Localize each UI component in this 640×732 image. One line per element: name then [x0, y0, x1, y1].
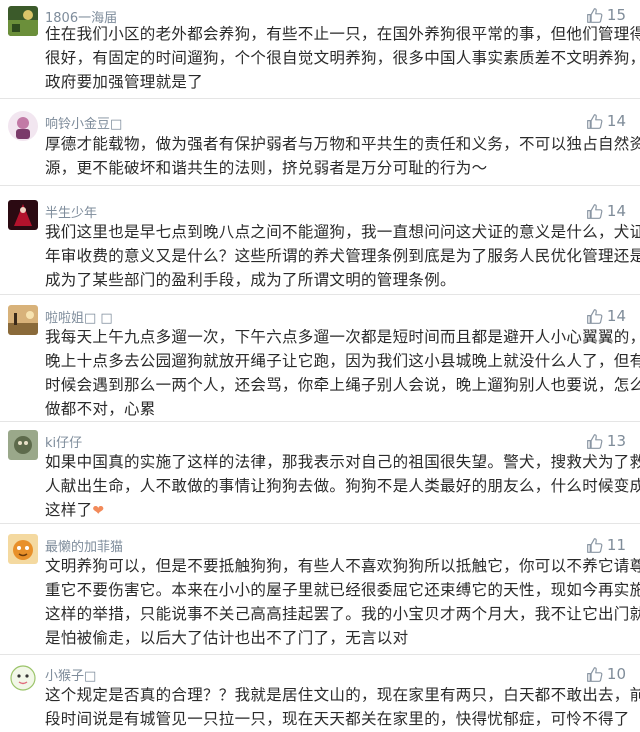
- like-count: 14: [606, 112, 626, 130]
- comment-text: 如果中国真的实施了这样的法律，那我表示对自己的祖国很失望。警犬，搜救犬为了救 人…: [45, 450, 640, 523]
- like-count: 14: [606, 202, 626, 220]
- like-count: 14: [606, 307, 626, 325]
- thumbs-up-icon: [587, 666, 603, 682]
- comment-line: 如果中国真的实施了这样的法律，那我表示对自己的祖国很失望。警犬，搜救犬为了救: [45, 453, 640, 471]
- comment-item: 啦啦姐□ □ 14 我每天上午九点多遛一次，下午六点多遛一次都是短时间而且都是避…: [0, 295, 640, 422]
- user-avatar[interactable]: [8, 305, 38, 335]
- user-avatar[interactable]: [8, 111, 38, 141]
- comment-feed: 1806一海届 15 住在我们小区的老外都会养狗，有些不止一只，在国外养狗很平常…: [0, 0, 640, 732]
- username[interactable]: ki仔仔: [45, 432, 82, 451]
- comment-line: 段时间说是有城管见一只拉一只，现在天天都关在家里的，快得忧郁症，可怜不得了: [45, 710, 630, 728]
- comment-line: 年审收费的意义又是什么？这些所谓的养犬管理条例到底是为了服务人民优化管理还是: [45, 247, 640, 265]
- like-button[interactable]: 10: [586, 665, 626, 683]
- like-button[interactable]: 14: [586, 307, 626, 325]
- comment-line: 人献出生命，人不敢做的事情让狗狗去做。狗狗不是人类最好的朋友么，什么时候变成: [45, 477, 640, 495]
- comment-item: 响铃小金豆□ 14 厚德才能载物，做为强者有保护弱者与万物和平共生的责任和义务，…: [0, 99, 640, 186]
- thumbs-up-icon: [587, 433, 603, 449]
- comment-text: 厚德才能载物，做为强者有保护弱者与万物和平共生的责任和义务，不可以独占自然资 源…: [45, 132, 640, 180]
- comment-line: 做都不对，心累: [45, 400, 156, 418]
- username[interactable]: 响铃小金豆□: [45, 113, 122, 132]
- thumbs-up-icon: [587, 7, 603, 23]
- comment-text: 住在我们小区的老外都会养狗，有些不止一只，在国外养狗很平常的事，但他们管理得 很…: [45, 22, 640, 94]
- user-avatar[interactable]: [8, 663, 38, 693]
- comment-line: 这样的举措，只能说事不关己高高挂起罢了。我的小宝贝才两个月大，我不让它出门就: [45, 605, 640, 623]
- like-count: 10: [606, 665, 626, 683]
- comment-text: 我每天上午九点多遛一次，下午六点多遛一次都是短时间而且都是避开人小心翼翼的， 晚…: [45, 325, 640, 421]
- comment-item: ki仔仔 13 如果中国真的实施了这样的法律，那我表示对自己的祖国很失望。警犬，…: [0, 422, 640, 524]
- like-button[interactable]: 14: [586, 202, 626, 220]
- user-avatar[interactable]: [8, 6, 38, 36]
- username[interactable]: 半生少年: [45, 202, 97, 221]
- comment-line: 时候会遇到那么一两个人，还会骂，你牵上绳子别人会说，晚上遛狗别人也要说，怎么: [45, 376, 640, 394]
- comment-line: 住在我们小区的老外都会养狗，有些不止一只，在国外养狗很平常的事，但他们管理得: [45, 25, 640, 43]
- comment-line: 是怕被偷走，以后大了估计也出不了门了，无言以对: [45, 629, 409, 647]
- comment-text: 我们这里也是早七点到晚八点之间不能遛狗，我一直想问问这犬证的意义是什么，犬证 年…: [45, 220, 640, 292]
- like-button[interactable]: 13: [586, 432, 626, 450]
- like-button[interactable]: 11: [586, 536, 626, 554]
- like-count: 11: [606, 536, 626, 554]
- comment-item: 最懒的加菲猫 11 文明养狗可以，但是不要抵触狗狗，有些人不喜欢狗狗所以抵触它，…: [0, 524, 640, 655]
- comment-line: 这个规定是否真的合理？？我就是居住文山的，现在家里有两只，白天都不敢出去，前: [45, 686, 640, 704]
- comment-line: 重它不要伤害它。本来在小小的屋子里就已经很委屈它还束缚它的天性，现如今再实施: [45, 581, 640, 599]
- comment-line: 厚德才能载物，做为强者有保护弱者与万物和平共生的责任和义务，不可以独占自然资: [45, 135, 640, 153]
- user-avatar[interactable]: [8, 534, 38, 564]
- comment-line: 成为了某些部门的盈利手段，成为了所谓文明的管理条例。: [45, 271, 456, 289]
- comment-line: 源，更不能破坏和谐共生的法则，挤兑弱者是万分可耻的行为～: [45, 159, 488, 177]
- comment-item: 1806一海届 15 住在我们小区的老外都会养狗，有些不止一只，在国外养狗很平常…: [0, 0, 640, 99]
- username[interactable]: 啦啦姐□ □: [45, 307, 113, 326]
- comment-line: 我们这里也是早七点到晚八点之间不能遛狗，我一直想问问这犬证的意义是什么，犬证: [45, 223, 640, 241]
- username[interactable]: 最懒的加菲猫: [45, 536, 123, 555]
- thumbs-up-icon: [587, 203, 603, 219]
- username[interactable]: 小猴子□: [45, 665, 96, 684]
- user-avatar[interactable]: [8, 200, 38, 230]
- thumbs-up-icon: [587, 113, 603, 129]
- comment-text: 文明养狗可以，但是不要抵触狗狗，有些人不喜欢狗狗所以抵触它，你可以不养它请尊 重…: [45, 554, 640, 650]
- comment-line: 政府要加强管理就是了: [45, 73, 204, 91]
- comment-text: 这个规定是否真的合理？？我就是居住文山的，现在家里有两只，白天都不敢出去，前 段…: [45, 683, 640, 731]
- comment-line: 很好，有固定的时间遛狗，个个很自觉文明养狗，很多中国人事实素质差不文明养狗，: [45, 49, 640, 67]
- thumbs-up-icon: [587, 308, 603, 324]
- user-avatar[interactable]: [8, 430, 38, 460]
- comment-item: 半生少年 14 我们这里也是早七点到晚八点之间不能遛狗，我一直想问问这犬证的意义…: [0, 186, 640, 295]
- comment-line: 晚上十点多去公园遛狗就放开绳子让它跑，因为我们这小县城晚上就没什么人了，但有: [45, 352, 640, 370]
- like-count: 13: [606, 432, 626, 450]
- comment-line: 文明养狗可以，但是不要抵触狗狗，有些人不喜欢狗狗所以抵触它，你可以不养它请尊: [45, 557, 640, 575]
- comment-line: 我每天上午九点多遛一次，下午六点多遛一次都是短时间而且都是避开人小心翼翼的，: [45, 328, 640, 346]
- like-button[interactable]: 14: [586, 112, 626, 130]
- comment-line: 这样了❤: [45, 501, 105, 519]
- comment-item: 小猴子□ 10 这个规定是否真的合理？？我就是居住文山的，现在家里有两只，白天都…: [0, 655, 640, 732]
- thumbs-up-icon: [587, 537, 603, 553]
- broken-heart-icon: ❤: [92, 503, 105, 519]
